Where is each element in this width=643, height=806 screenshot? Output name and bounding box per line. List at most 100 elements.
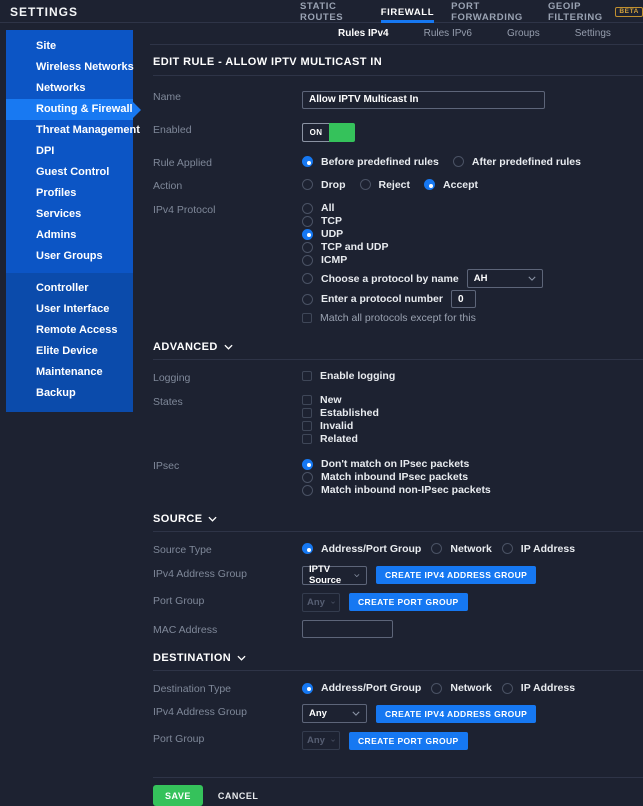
sidebar-item-networks[interactable]: Networks bbox=[6, 78, 133, 99]
source-type-label: Source Type bbox=[153, 543, 212, 556]
sidebar-item-site[interactable]: Site bbox=[6, 36, 133, 57]
subtab-groups[interactable]: Groups bbox=[507, 28, 540, 39]
tab-static-routes[interactable]: STATIC ROUTES bbox=[300, 0, 364, 23]
checkbox-state-invalid[interactable]: Invalid bbox=[302, 420, 643, 433]
destination-port-group-label: Port Group bbox=[153, 733, 205, 745]
radio-drop[interactable]: Drop bbox=[302, 179, 346, 191]
logging-row: Logging Enable logging bbox=[153, 370, 643, 384]
sidebar-item-admins[interactable]: Admins bbox=[6, 225, 133, 246]
name-label: Name bbox=[153, 91, 182, 103]
destination-port-group-select: Any bbox=[302, 731, 340, 750]
subtab-settings[interactable]: Settings bbox=[575, 28, 611, 39]
checkbox-state-established[interactable]: Established bbox=[302, 407, 643, 420]
logging-label: Logging bbox=[153, 371, 191, 384]
ipv4-protocol-row: IPv4 Protocol All TCP UDP TCP and UDP IC… bbox=[153, 202, 643, 325]
sidebar-item-remote-access[interactable]: Remote Access bbox=[6, 320, 133, 341]
sidebar-item-guest-control[interactable]: Guest Control bbox=[6, 162, 133, 183]
advanced-section-header[interactable]: ADVANCED bbox=[153, 341, 643, 360]
save-button[interactable]: SAVE bbox=[153, 785, 203, 806]
checkbox-icon bbox=[302, 421, 312, 431]
sidebar-item-routing-firewall[interactable]: Routing & Firewall bbox=[6, 99, 141, 120]
radio-source-ip-address[interactable]: IP Address bbox=[501, 542, 576, 555]
sidebar-item-threat-management[interactable]: Threat Management bbox=[6, 120, 140, 141]
cancel-button[interactable]: CANCEL bbox=[218, 791, 259, 801]
option-label: Reject bbox=[378, 178, 411, 191]
checkbox-state-new[interactable]: New bbox=[302, 394, 643, 407]
create-ipv4-address-group-button[interactable]: CREATE IPV4 ADDRESS GROUP bbox=[376, 566, 537, 584]
create-port-group-button[interactable]: CREATE PORT GROUP bbox=[349, 593, 468, 611]
sidebar-item-maintenance[interactable]: Maintenance bbox=[6, 362, 133, 383]
states-label: States bbox=[153, 395, 183, 408]
tab-port-forwarding[interactable]: PORT FORWARDING bbox=[451, 0, 531, 23]
radio-icon bbox=[302, 293, 313, 305]
option-label: UDP bbox=[321, 228, 344, 240]
checkbox-state-related[interactable]: Related bbox=[302, 433, 643, 446]
sidebar-item-profiles[interactable]: Profiles bbox=[6, 183, 133, 204]
radio-source-network[interactable]: Network bbox=[431, 542, 492, 555]
radio-source-address-port-group[interactable]: Address/Port Group bbox=[302, 543, 421, 555]
sidebar-item-dpi[interactable]: DPI bbox=[6, 141, 133, 162]
action-label: Action bbox=[153, 179, 183, 192]
radio-destination-network[interactable]: Network bbox=[431, 682, 492, 694]
radio-destination-ip-address[interactable]: IP Address bbox=[501, 682, 575, 694]
sidebar-item-label: Routing & Firewall bbox=[36, 103, 133, 115]
mac-address-input[interactable] bbox=[302, 620, 393, 638]
radio-after-predefined-rules[interactable]: After predefined rules bbox=[452, 156, 581, 168]
checkbox-enable-logging[interactable]: Enable logging bbox=[302, 370, 643, 382]
radio-protocol-tcp[interactable]: TCP bbox=[302, 215, 643, 228]
radio-icon bbox=[302, 202, 313, 214]
option-label: Network bbox=[450, 542, 492, 555]
option-label: Network bbox=[450, 682, 492, 694]
radio-before-predefined-rules[interactable]: Before predefined rules bbox=[302, 156, 439, 168]
radio-protocol-number[interactable]: Enter a protocol number bbox=[302, 290, 643, 309]
destination-type-row: Destination Type Address/Port Group Netw… bbox=[153, 681, 643, 695]
radio-protocol-by-name[interactable]: Choose a protocol by name AH bbox=[302, 269, 643, 289]
checkbox-match-all-except[interactable]: Match all protocols except for this bbox=[302, 311, 643, 325]
chevron-down-icon bbox=[331, 600, 335, 604]
radio-destination-address-port-group[interactable]: Address/Port Group bbox=[302, 682, 421, 694]
sidebar-item-services[interactable]: Services bbox=[6, 204, 133, 225]
radio-protocol-icmp[interactable]: ICMP bbox=[302, 254, 643, 267]
subtab-rules-ipv6[interactable]: Rules IPv6 bbox=[424, 28, 472, 39]
sidebar-item-wireless-networks[interactable]: Wireless Networks bbox=[6, 57, 134, 78]
protocol-name-select[interactable]: AH bbox=[466, 269, 543, 288]
chevron-down-icon bbox=[208, 516, 218, 522]
source-ipv4-group-select[interactable]: IPTV Source bbox=[302, 564, 367, 586]
radio-protocol-tcp-udp[interactable]: TCP and UDP bbox=[302, 241, 643, 254]
checkbox-icon bbox=[302, 434, 312, 444]
radio-icon bbox=[431, 682, 443, 694]
radio-reject[interactable]: Reject bbox=[359, 178, 411, 191]
beta-badge: BETA bbox=[615, 6, 643, 18]
source-section-header[interactable]: SOURCE bbox=[153, 513, 643, 532]
destination-section-header[interactable]: DESTINATION bbox=[153, 652, 643, 671]
sidebar-item-user-interface[interactable]: User Interface bbox=[6, 299, 133, 320]
top-bar: SETTINGS STATIC ROUTES FIREWALL PORT FOR… bbox=[0, 0, 643, 23]
radio-protocol-udp[interactable]: UDP bbox=[302, 228, 643, 241]
radio-ipsec-match-inbound-non[interactable]: Match inbound non-IPsec packets bbox=[302, 484, 643, 497]
checkbox-icon bbox=[302, 370, 312, 381]
radio-ipsec-dont-match[interactable]: Don't match on IPsec packets bbox=[302, 458, 643, 471]
sidebar-item-elite-device[interactable]: Elite Device bbox=[6, 341, 133, 362]
protocol-number-input[interactable] bbox=[450, 290, 476, 308]
option-label: TCP and UDP bbox=[321, 241, 389, 253]
option-label: Accept bbox=[443, 178, 479, 191]
select-value: Any bbox=[309, 708, 327, 719]
enabled-toggle[interactable]: ON bbox=[302, 122, 355, 142]
option-label: IP Address bbox=[520, 542, 576, 555]
toggle-on-label: ON bbox=[302, 122, 329, 142]
sidebar-primary-group: Site Wireless Networks Networks Routing … bbox=[6, 30, 141, 273]
radio-accept[interactable]: Accept bbox=[424, 179, 478, 191]
sidebar-item-controller[interactable]: Controller bbox=[6, 278, 133, 299]
option-label: Drop bbox=[321, 178, 346, 191]
subtab-rules-ipv4[interactable]: Rules IPv4 bbox=[338, 28, 389, 39]
tab-geoip-filtering[interactable]: GEOIP FILTERING BETA bbox=[548, 0, 643, 23]
radio-protocol-all[interactable]: All bbox=[302, 202, 643, 215]
destination-ipv4-group-select[interactable]: Any bbox=[302, 704, 367, 723]
tab-firewall[interactable]: FIREWALL bbox=[380, 0, 435, 23]
sidebar-item-user-groups[interactable]: User Groups bbox=[6, 246, 133, 267]
create-port-group-button[interactable]: CREATE PORT GROUP bbox=[349, 731, 468, 750]
section-title: ADVANCED bbox=[153, 340, 218, 353]
name-input[interactable] bbox=[302, 90, 545, 109]
radio-ipsec-match-inbound[interactable]: Match inbound IPsec packets bbox=[302, 471, 643, 484]
sidebar-item-backup[interactable]: Backup bbox=[6, 383, 133, 404]
